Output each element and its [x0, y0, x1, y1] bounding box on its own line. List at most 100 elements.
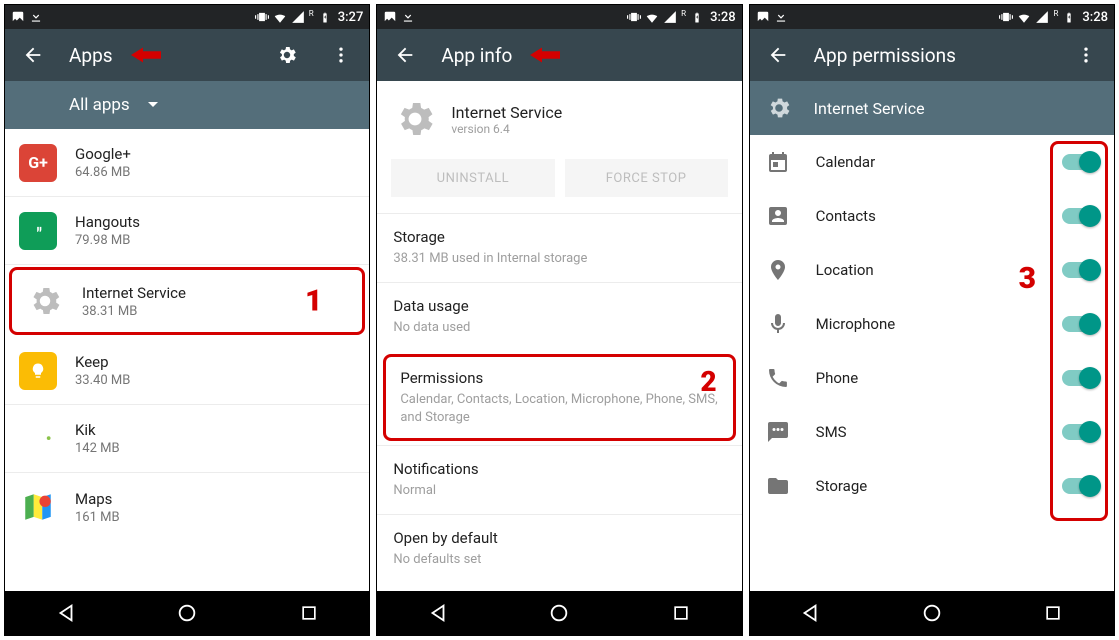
- notif-download-icon: [401, 10, 415, 24]
- perm-toggle[interactable]: [1062, 478, 1098, 494]
- app-row-hangouts[interactable]: Hangouts 79.98 MB: [5, 197, 369, 265]
- screen-permissions: R 3:28 App permissions Internet Service …: [749, 4, 1115, 636]
- mic-icon: [766, 312, 790, 336]
- clock: 3:28: [710, 10, 736, 25]
- screen-title: App permissions: [814, 44, 956, 67]
- section-title: Storage: [393, 228, 725, 246]
- perm-toggle[interactable]: [1062, 208, 1098, 224]
- filter-dropdown[interactable]: All apps: [5, 81, 369, 129]
- perm-label: Location: [816, 261, 1036, 279]
- gear-icon: [26, 282, 64, 320]
- perm-label: Calendar: [816, 153, 1036, 171]
- location-icon: [766, 258, 790, 282]
- perm-label: Contacts: [816, 207, 1036, 225]
- permissions-list: Calendar Contacts Location Microphone Ph…: [750, 135, 1114, 591]
- section-subtitle: No defaults set: [393, 551, 725, 569]
- perm-row-microphone: Microphone: [750, 297, 1114, 351]
- overflow-menu-button[interactable]: [1068, 37, 1104, 73]
- nav-back-button[interactable]: [418, 593, 458, 633]
- nav-back-button[interactable]: [790, 593, 830, 633]
- overflow-menu-button[interactable]: [323, 37, 359, 73]
- nav-recent-button[interactable]: [1033, 593, 1073, 633]
- kik-icon: kik•: [19, 420, 57, 458]
- nav-home-button[interactable]: [539, 593, 579, 633]
- perm-label: Phone: [816, 369, 1036, 387]
- notif-download-icon: [29, 10, 43, 24]
- section-open-default[interactable]: Open by default No defaults set: [377, 514, 741, 583]
- app-size: 64.86 MB: [75, 165, 131, 180]
- annotation-number: 2: [700, 365, 716, 398]
- app-row-internet-service[interactable]: Internet Service 38.31 MB 1: [9, 267, 365, 335]
- screen-apps: R 3:27 Apps All apps G+ Google+ 64.86 MB: [4, 4, 370, 636]
- app-size: 33.40 MB: [75, 373, 130, 388]
- notif-image-icon: [11, 10, 25, 24]
- annotation-number: 1: [305, 284, 322, 319]
- back-button[interactable]: [760, 37, 796, 73]
- googleplus-icon: G+: [19, 144, 57, 182]
- signal-label: R: [309, 9, 314, 18]
- sms-icon: [766, 420, 790, 444]
- signal-label: R: [1053, 9, 1058, 18]
- screen-title: Apps: [69, 44, 113, 67]
- signal-icon: [663, 10, 677, 24]
- back-button[interactable]: [15, 37, 51, 73]
- app-name: Kik: [75, 421, 120, 439]
- nav-home-button[interactable]: [912, 593, 952, 633]
- wifi-icon: [645, 10, 659, 24]
- app-bar: App info: [377, 29, 741, 81]
- app-row-googleplus[interactable]: G+ Google+ 64.86 MB: [5, 129, 369, 197]
- gear-icon: [766, 95, 792, 121]
- nav-recent-button[interactable]: [289, 593, 329, 633]
- settings-gear-button[interactable]: [269, 37, 305, 73]
- section-subtitle: Calendar, Contacts, Location, Microphone…: [400, 391, 718, 426]
- notif-image-icon: [756, 10, 770, 24]
- service-header: Internet Service: [750, 81, 1114, 135]
- signal-icon: [291, 10, 305, 24]
- nav-bar: [750, 591, 1114, 635]
- perm-row-location: Location: [750, 243, 1114, 297]
- app-name: Keep: [75, 353, 130, 371]
- uninstall-button[interactable]: UNINSTALL: [391, 159, 554, 197]
- perm-toggle[interactable]: [1062, 262, 1098, 278]
- app-row-kik[interactable]: kik• Kik 142 MB: [5, 405, 369, 473]
- battery-icon: [690, 10, 704, 24]
- perm-row-contacts: Contacts: [750, 189, 1114, 243]
- screen-title: App info: [441, 44, 512, 67]
- section-data-usage[interactable]: Data usage No data used: [377, 282, 741, 351]
- section-storage[interactable]: Storage 38.31 MB used in Internal storag…: [377, 213, 741, 282]
- status-bar: R 3:28: [750, 5, 1114, 29]
- vibrate-icon: [255, 10, 269, 24]
- nav-back-button[interactable]: [46, 593, 86, 633]
- signal-icon: [1035, 10, 1049, 24]
- section-title: Open by default: [393, 529, 725, 547]
- perm-label: Microphone: [816, 315, 1036, 333]
- perm-toggle[interactable]: [1062, 316, 1098, 332]
- section-subtitle: Normal: [393, 482, 725, 500]
- section-permissions[interactable]: Permissions Calendar, Contacts, Location…: [383, 354, 735, 441]
- nav-home-button[interactable]: [167, 593, 207, 633]
- perm-toggle[interactable]: [1062, 154, 1098, 170]
- app-size: 38.31 MB: [82, 304, 186, 319]
- section-title: Data usage: [393, 297, 725, 315]
- contacts-icon: [766, 204, 790, 228]
- app-size: 142 MB: [75, 441, 120, 456]
- app-name: Internet Service: [451, 103, 562, 122]
- section-notifications[interactable]: Notifications Normal: [377, 445, 741, 514]
- nav-recent-button[interactable]: [661, 593, 701, 633]
- perm-row-calendar: Calendar: [750, 135, 1114, 189]
- app-name: Internet Service: [82, 284, 186, 302]
- filter-label: All apps: [69, 95, 130, 115]
- section-title: Notifications: [393, 460, 725, 478]
- back-button[interactable]: [387, 37, 423, 73]
- app-name: Maps: [75, 490, 120, 508]
- app-name: Hangouts: [75, 213, 140, 231]
- perm-toggle[interactable]: [1062, 424, 1098, 440]
- force-stop-button[interactable]: FORCE STOP: [565, 159, 728, 197]
- keep-icon: [19, 352, 57, 390]
- app-row-keep[interactable]: Keep 33.40 MB: [5, 337, 369, 405]
- hangouts-icon: [19, 212, 57, 250]
- app-version: version 6.4: [451, 122, 562, 136]
- perm-toggle[interactable]: [1062, 370, 1098, 386]
- app-row-maps[interactable]: Maps 161 MB: [5, 473, 369, 541]
- notif-image-icon: [383, 10, 397, 24]
